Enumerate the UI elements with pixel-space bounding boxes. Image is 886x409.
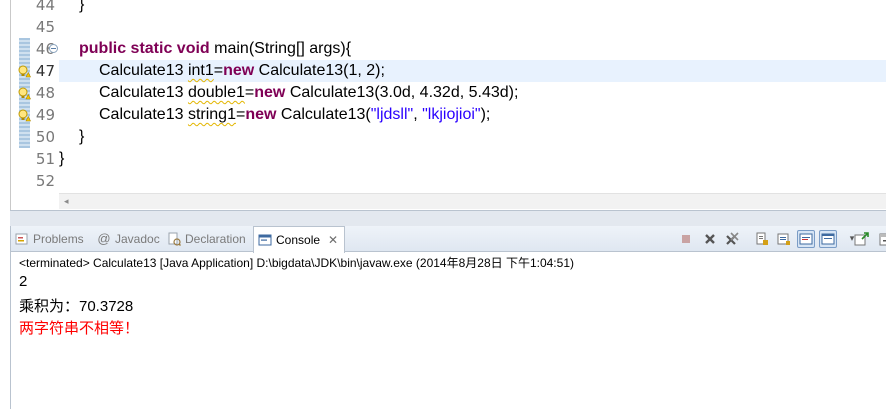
console-icon [258,234,272,246]
code-editor[interactable]: 44 45 46 47 48 49 50 51 52 } public stat… [10,0,886,210]
minimize-button[interactable] [877,230,886,248]
code-line: } [59,148,886,170]
open-console-button[interactable] [853,230,871,248]
code-text: main(String[] args){ [209,40,352,57]
code-text: ); [480,106,491,123]
show-on-stderr-button[interactable] [797,230,815,248]
line-number: 50 [35,128,55,146]
keyword: public static void [79,40,210,57]
at-icon: @ [97,231,111,246]
line-number: 51 [35,150,55,168]
tab-javadoc[interactable]: @ Javadoc [97,226,160,252]
line-number-ruler: 44 45 46 47 48 49 50 51 52 [11,0,59,192]
code-text: , [413,106,423,123]
code-line: public static void main(String[] args){ [59,38,886,60]
close-tab-icon[interactable]: ✕ [328,227,338,253]
string-literal: "lkjiojioi" [422,106,481,123]
warning-lightbulb-icon[interactable] [18,109,32,122]
code-text: = [235,106,246,123]
scroll-lock-icon [756,232,768,245]
code-text: Calculate13 [99,84,188,101]
code-text: Calculate13 [99,62,188,79]
remove-all-terminated-button[interactable] [723,230,741,248]
code-text: Calculate13(1, 2); [254,62,385,79]
tab-label: Problems [33,232,84,246]
code-text: = [244,84,255,101]
console-output-line: 乘积为：70.3728 [19,298,134,315]
declaration-icon [168,232,181,246]
terminate-button[interactable] [677,230,695,248]
line-number: 45 [35,18,55,36]
process-status-line: <terminated> Calculate13 [Java Applicati… [19,256,574,270]
code-line: Calculate13 string1=new Calculate13("ljd… [59,104,886,126]
unused-variable: string1 [187,106,236,123]
scroll-lock-button[interactable] [753,230,771,248]
tab-console[interactable]: Console ✕ [253,226,346,253]
keyword: new [223,62,255,79]
show-on-stdout-icon [777,233,790,245]
string-literal: "ljdsll" [370,106,414,123]
console-error-line: 两字符串不相等！ [19,320,140,337]
tab-label: Console [276,233,321,247]
tab-label: Declaration [185,232,246,246]
code-text: } [79,0,85,13]
line-number: 44 [35,0,55,14]
warning-lightbulb-icon[interactable] [18,65,32,78]
code-line: Calculate13 double1=new Calculate13(3.0d… [59,82,886,104]
keyword: new [254,84,286,101]
fold-collapse-icon[interactable] [49,44,58,53]
remove-launch-icon [705,234,715,244]
remove-launch-button[interactable] [701,230,719,248]
show-on-stderr-icon [799,233,813,245]
console-view: Problems @ Javadoc Declaration Console ✕ [10,226,886,409]
warning-lightbulb-icon[interactable] [18,87,32,100]
line-number: 52 [35,172,55,190]
horizontal-scrollbar[interactable]: ◂ [59,193,886,209]
minimize-icon [879,233,886,246]
remove-all-terminated-icon [726,232,739,245]
code-text: } [59,150,65,167]
tab-problems[interactable]: Problems [15,226,84,252]
code-text: Calculate13 [99,106,188,123]
pin-console-icon [821,233,835,245]
console-output-line: 2 [19,273,28,290]
code-text: Calculate13( [276,106,371,123]
tab-declaration[interactable]: Declaration [167,226,246,252]
scroll-left-icon[interactable]: ◂ [64,197,69,207]
unused-variable: int1 [187,62,214,79]
code-text: = [213,62,224,79]
keyword: new [245,106,277,123]
code-text: Calculate13(3.0d, 4.32d, 5.43d); [285,84,519,101]
code-line: } [59,0,886,16]
view-tab-bar: Problems @ Javadoc Declaration Console ✕ [11,226,886,253]
code-area[interactable]: } public static void main(String[] args)… [59,0,886,192]
open-console-icon [854,232,869,246]
terminate-icon [682,235,690,243]
view-sash[interactable] [10,210,886,226]
pin-console-button[interactable] [819,230,837,248]
show-on-stdout-button[interactable] [775,230,793,248]
problems-icon [15,233,28,245]
tab-label: Javadoc [115,232,160,246]
code-text: } [79,128,85,145]
code-line: } [59,126,886,148]
unused-variable: double1 [187,84,245,101]
current-code-line: Calculate13 int1=new Calculate13(1, 2); [59,60,886,82]
